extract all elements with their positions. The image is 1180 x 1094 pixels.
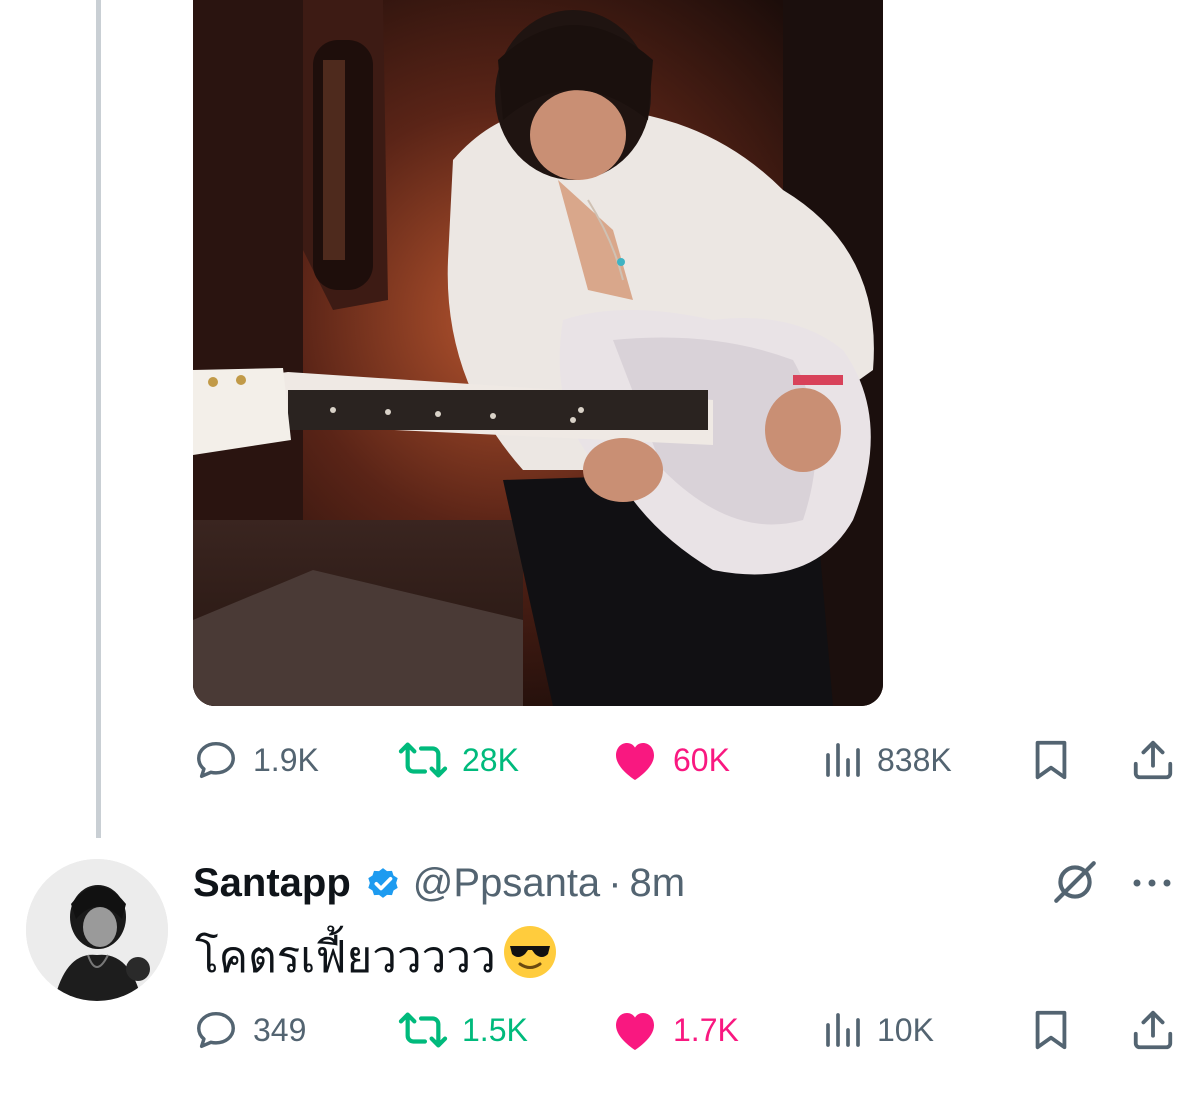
views-icon: [826, 743, 860, 777]
more-button[interactable]: [1130, 876, 1174, 895]
grok-button[interactable]: [1050, 857, 1100, 912]
video-player[interactable]: [193, 0, 883, 706]
bookmark-button[interactable]: [1028, 730, 1074, 790]
reply-text: โคตรเฟี้ยววววว: [195, 922, 558, 992]
like-button[interactable]: 1.7K: [611, 1000, 739, 1060]
reply-icon: [197, 1011, 235, 1049]
views-button[interactable]: 10K: [823, 1000, 934, 1060]
timestamp[interactable]: 8m: [630, 861, 686, 906]
heart-icon: [616, 1013, 654, 1050]
reply-button[interactable]: 1.9K: [193, 730, 319, 790]
share-icon: [1133, 1010, 1173, 1050]
repost-count: 1.5K: [462, 1011, 528, 1048]
bookmark-icon: [1035, 740, 1067, 780]
like-count: 1.7K: [673, 1011, 739, 1048]
avatar-image: [26, 859, 168, 1001]
user-handle[interactable]: @Ppsanta: [413, 861, 600, 906]
views-count: 10K: [877, 1011, 934, 1048]
verified-badge: [363, 863, 403, 903]
reply-action-bar: 349 1.5K 1.7K 10K: [193, 1000, 1180, 1060]
share-icon: [1133, 740, 1173, 780]
views-button[interactable]: 838K: [823, 730, 952, 790]
repost-button[interactable]: 1.5K: [398, 1000, 528, 1060]
grok-icon: [1054, 861, 1096, 903]
sunglasses-emoji-icon: [503, 925, 556, 978]
share-button[interactable]: [1130, 730, 1176, 790]
bookmark-icon: [1035, 1010, 1067, 1050]
video-frame: [193, 0, 883, 706]
post-action-bar: 1.9K 28K 60K 838K: [193, 730, 1180, 790]
share-button[interactable]: [1130, 1000, 1176, 1060]
like-count: 60K: [673, 741, 730, 778]
heart-icon: [616, 743, 654, 780]
reply-count: 349: [253, 1011, 307, 1048]
bookmark-button[interactable]: [1028, 1000, 1074, 1060]
repost-icon: [398, 742, 448, 778]
views-count: 838K: [877, 741, 952, 778]
reply-header: Santapp @Ppsanta · 8m: [193, 853, 685, 913]
more-icon: [1133, 879, 1171, 887]
repost-count: 28K: [462, 741, 519, 778]
sunglasses-emoji: [502, 924, 558, 991]
views-icon: [826, 1013, 860, 1047]
avatar[interactable]: [26, 859, 168, 1001]
display-name[interactable]: Santapp: [193, 861, 351, 906]
thread-connector-line: [96, 0, 101, 838]
reply-count: 1.9K: [253, 741, 319, 778]
reply-button[interactable]: 349: [193, 1000, 306, 1060]
verified-badge-icon: [368, 868, 398, 898]
reply-icon: [197, 741, 235, 779]
separator-dot: ·: [608, 860, 622, 905]
like-button[interactable]: 60K: [611, 730, 730, 790]
repost-icon: [398, 1012, 448, 1048]
repost-button[interactable]: 28K: [398, 730, 519, 790]
reply-body-text: โคตรเฟี้ยววววว: [195, 932, 496, 983]
